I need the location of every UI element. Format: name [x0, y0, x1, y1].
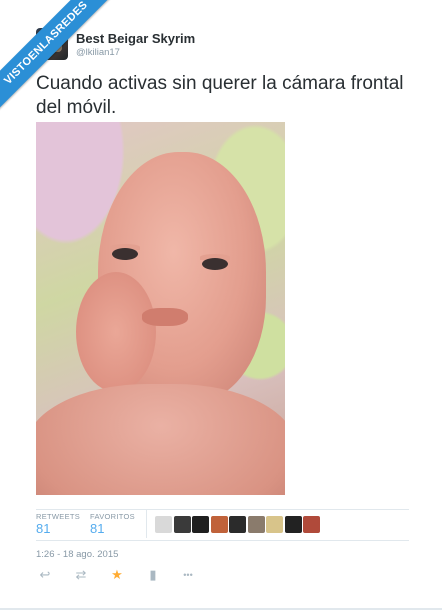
author-name[interactable]: Best Beigar Skyrim [76, 31, 195, 46]
more-icon[interactable]: ••• [178, 566, 198, 584]
favoriter-avatar[interactable] [210, 516, 228, 533]
tweet-timestamp[interactable]: 1:26 - 18 ago. 2015 [36, 549, 118, 560]
tweet-photo[interactable] [36, 122, 285, 495]
tweet-card: VISTOENLASREDES Best Beigar Skyrim @lkil… [0, 0, 442, 610]
favoriter-avatar[interactable] [247, 516, 265, 533]
favoriter-avatar[interactable] [266, 516, 283, 533]
favoriter-avatar[interactable] [155, 516, 172, 533]
favoriter-avatar[interactable] [229, 516, 246, 533]
divider-top [36, 509, 409, 510]
doll-eye-right [202, 258, 228, 270]
retweets-count[interactable]: 81 [36, 521, 50, 536]
retweet-icon[interactable]: ⇄ [74, 566, 88, 584]
doll-mouth [142, 308, 188, 326]
favoriter-avatar[interactable] [303, 516, 320, 533]
favoriter-avatar[interactable] [192, 516, 209, 533]
favoriter-avatar[interactable] [173, 516, 191, 533]
favorites-count[interactable]: 81 [90, 521, 104, 536]
stats-icon[interactable]: ▮ [146, 566, 160, 584]
favorites-label: FAVORITOS [90, 512, 135, 521]
author-handle[interactable]: @lkilian17 [76, 47, 120, 58]
tweet-text: Cuando activas sin querer la cámara fron… [36, 73, 404, 118]
divider-bottom [36, 540, 409, 541]
retweets-label: RETWEETS [36, 512, 81, 521]
doll-eye-left [112, 248, 138, 260]
doll-cheek [76, 272, 156, 392]
favoriter-avatar[interactable] [284, 516, 302, 533]
stats-separator [146, 510, 147, 538]
reply-icon[interactable]: ↩ [38, 566, 52, 584]
favorite-icon[interactable]: ★ [110, 566, 124, 584]
doll-body [36, 384, 285, 495]
favoriter-avatars [155, 516, 320, 533]
